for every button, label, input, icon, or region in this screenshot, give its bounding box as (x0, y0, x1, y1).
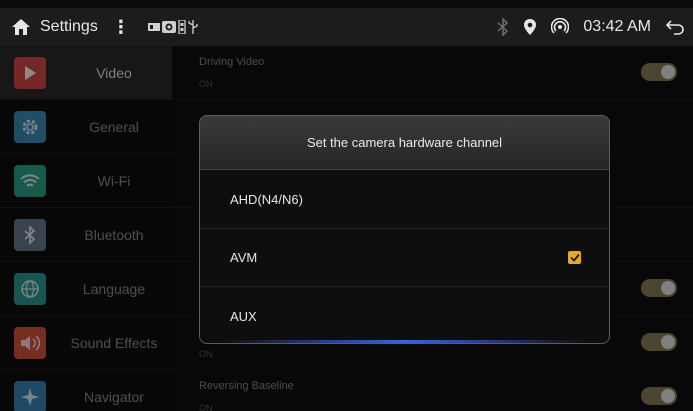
more-vert-icon[interactable]: ⋮ (112, 17, 130, 38)
home-icon[interactable] (4, 18, 38, 36)
clock: 03:42 AM (583, 18, 651, 35)
media-icon (147, 21, 160, 33)
dialog-title: Set the camera hardware channel (200, 116, 609, 170)
checkbox-checked-icon[interactable] (568, 251, 581, 264)
option-ahd[interactable]: AHD(N4/N6) (200, 171, 609, 229)
option-label: AUX (230, 308, 257, 324)
back-icon[interactable] (665, 19, 685, 35)
notification-icons (147, 20, 198, 34)
camera-channel-dialog: Set the camera hardware channel AHD(N4/N… (199, 115, 610, 344)
hotspot-icon (551, 18, 570, 36)
dialog-glow (220, 340, 589, 343)
bluetooth-icon (497, 18, 509, 36)
option-aux[interactable]: AUX (200, 287, 609, 343)
location-icon (523, 18, 537, 36)
status-bar: Settings ⋮ 03:42 AM (0, 8, 693, 46)
camera-icon (161, 20, 176, 34)
option-label: AVM (230, 250, 258, 265)
usb-icon (188, 20, 198, 34)
option-label: AHD(N4/N6) (230, 192, 303, 207)
option-avm[interactable]: AVM (200, 229, 609, 287)
app-title: Settings (40, 18, 98, 35)
media-icon (178, 20, 186, 34)
